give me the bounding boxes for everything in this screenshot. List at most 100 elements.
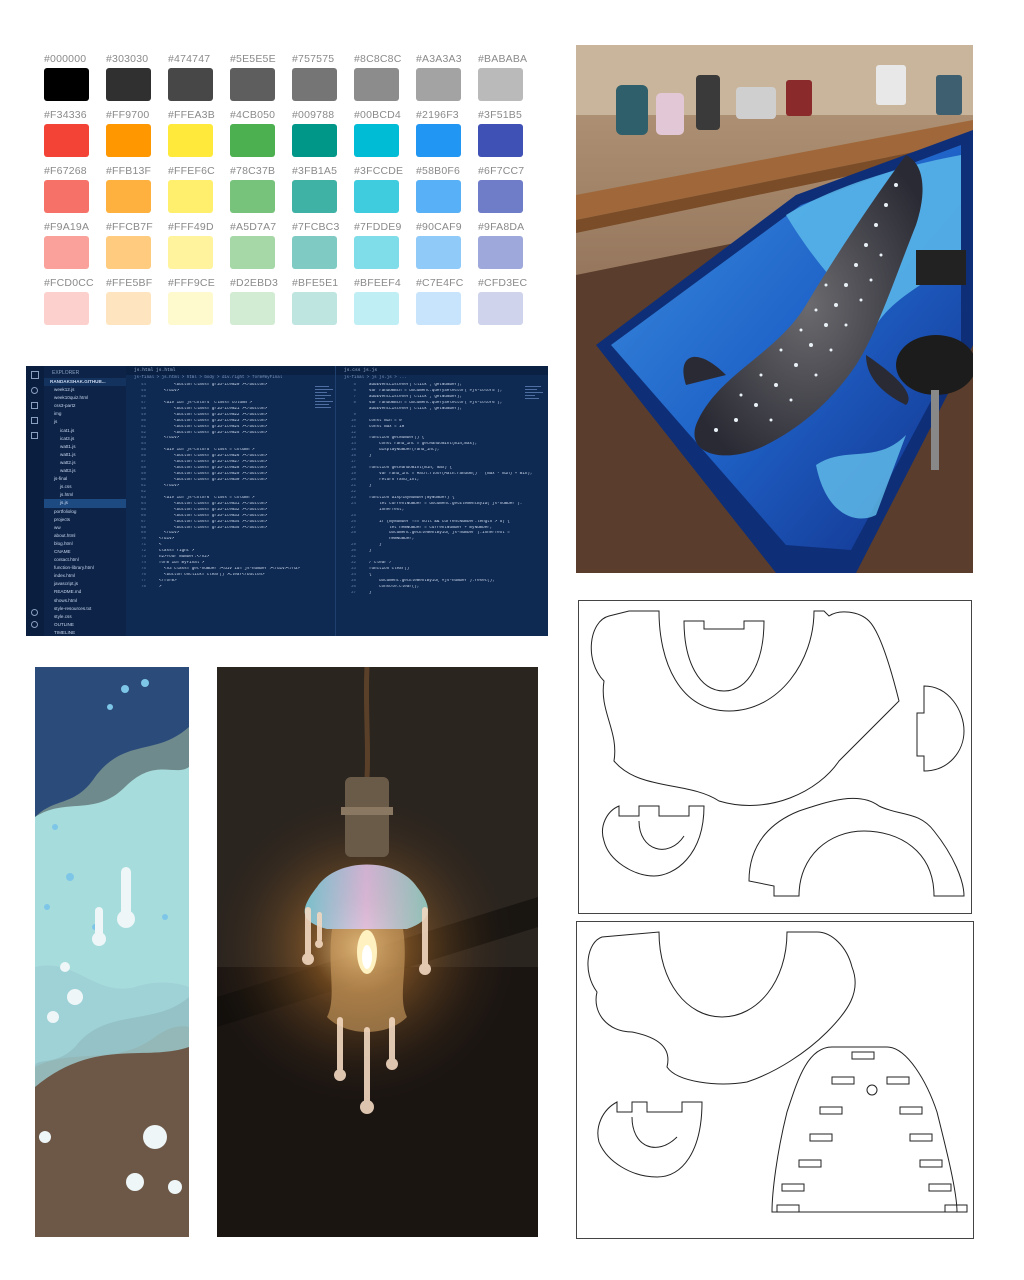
color-swatch: #4CB050 (230, 108, 278, 157)
line-number: 78 (140, 584, 146, 589)
laser-cut-pieces-1 (590, 610, 965, 897)
explorer-title: EXPLORER (52, 370, 80, 376)
minimap-js (525, 386, 543, 399)
code-text: <button class="grid-item34"></button> (154, 519, 268, 524)
color-swatch-label: #FFE5BF (106, 277, 153, 289)
code-text: <button class="grid-item30"></button> (154, 478, 268, 482)
color-swatch-label: #78C37B (230, 165, 276, 177)
color-swatch-chip (354, 68, 399, 101)
code-text: <button class="grid-item28"></button> (154, 466, 268, 471)
color-swatch-chip (106, 236, 151, 269)
explorer-file-item: watt3.js (60, 468, 76, 474)
color-swatch: #C7E4FC (416, 276, 464, 325)
explorer-file-item: js.html (60, 492, 74, 498)
line-number: 37 (350, 590, 356, 595)
explorer-file-item: watt1.js (60, 443, 76, 449)
explorer-file-item: function-library.html (54, 565, 94, 571)
explorer-file-item: js (54, 419, 58, 425)
color-swatch: #3F51B5 (478, 108, 526, 157)
color-swatch-chip (44, 180, 89, 213)
code-text: <button class="grid-item29"></button> (154, 472, 268, 477)
code-text: /*clear*/ (364, 561, 392, 566)
code-editor-screenshot: EXPLORER RANDAKSHAK.GITHUB... week12.js w… (26, 366, 548, 636)
code-text: console.clear(); (364, 584, 420, 589)
color-swatch-chip (230, 180, 275, 213)
color-swatch-chip (44, 124, 89, 157)
code-text: addEventListener('click', getNumber); (364, 406, 463, 411)
code-text: <button class="grid-item22"></button> (154, 412, 268, 417)
code-lines-js: 5 addEventListener('click', getNumber); 6… (336, 383, 548, 597)
color-swatch-label: #BABABA (478, 53, 528, 65)
color-swatch-chip (230, 68, 275, 101)
explorer-file-item: css3-part2 (54, 403, 76, 409)
color-swatch-chip (168, 180, 213, 213)
explorer-file-item: shows.html (54, 597, 77, 603)
color-swatch-chip (168, 124, 213, 157)
gear-icon (31, 621, 38, 628)
explorer-file-item: TIMELINE (54, 629, 76, 635)
code-lines-html: 44 <button class="grid-item20"></button>… (126, 383, 335, 591)
color-swatch-chip (478, 180, 523, 213)
color-swatch-label: #FFEA3B (168, 109, 215, 121)
code-text: function getNumber() { (364, 436, 425, 441)
color-swatch: #3FB1A5 (292, 164, 340, 213)
color-swatch: #3FCCDE (354, 164, 404, 213)
color-swatch-chip (478, 68, 523, 101)
color-swatch-label: #3FCCDE (354, 165, 404, 177)
code-text: < (154, 543, 162, 548)
color-swatch: #FFEA3B (168, 108, 216, 157)
color-swatch: #90CAF9 (416, 220, 464, 269)
explorer-file-item: CNAME (54, 548, 71, 554)
explorer-file-item: icat3.js (60, 435, 75, 441)
editor-pane-js: js.css js.js js-final > js js.js > ... 5… (336, 366, 548, 636)
color-swatch-chip (478, 124, 523, 157)
code-text: <button class="grid-item31"></button> (154, 501, 268, 506)
code-text: addEventListener('click', getNumber); (364, 383, 463, 387)
color-swatch-label: #FF9700 (106, 109, 150, 121)
resin-lamp-illustration (217, 667, 538, 1237)
color-swatch-label: #FFF49D (168, 221, 214, 233)
color-swatch-label: #A3A3A3 (416, 53, 462, 65)
color-swatch: #303030 (106, 52, 154, 101)
color-swatch-chip (292, 124, 337, 157)
explorer-file-item: week10quiz.html (54, 395, 89, 401)
color-swatch-label: #FFF9CE (168, 277, 215, 289)
color-swatch-chip (416, 124, 461, 157)
code-line: 37 } (336, 591, 548, 597)
color-swatch-chip (478, 292, 523, 325)
minimap-html (315, 386, 333, 408)
color-swatch-label: #C7E4FC (416, 277, 464, 289)
code-text: let newNumber = currentNumber + myNumber… (364, 525, 493, 530)
color-swatch-chip (168, 68, 213, 101)
color-swatch-label: #BFEEF4 (354, 277, 401, 289)
explorer-file-item: style.css (54, 613, 72, 619)
color-swatch-label: #00BCD4 (354, 109, 401, 121)
color-swatch-chip (292, 292, 337, 325)
color-swatch-label: #000000 (44, 53, 87, 65)
color-swatch-label: #7FDDE9 (354, 221, 402, 233)
debug-icon (31, 417, 38, 424)
code-text: <button class="grid-item33"></button> (154, 513, 268, 518)
color-swatch-chip (478, 236, 523, 269)
line-number: 8 (353, 400, 356, 405)
code-text: let currentNumber = document.getElementB… (364, 501, 523, 506)
explorer-file-item: img (54, 411, 62, 417)
explorer-file-item: portfoliolog (54, 508, 77, 514)
explorer-file-item: index.html (54, 573, 75, 579)
color-swatch: #FFF9CE (168, 276, 216, 325)
color-swatch: #A5D7A7 (230, 220, 278, 269)
code-text: } (364, 454, 372, 459)
color-swatch-label: #5E5E5E (230, 53, 276, 65)
color-swatch-label: #8C8C8C (354, 53, 402, 65)
code-text: { (364, 573, 372, 577)
explorer-file-item: javascript.js (54, 581, 78, 587)
code-text: newNumber; (364, 537, 415, 542)
source-control-icon (31, 402, 38, 409)
explorer-file-item: contact.html (54, 557, 79, 563)
color-swatch: #CFD3EC (478, 276, 527, 325)
color-swatch-label: #A5D7A7 (230, 221, 277, 233)
color-swatch-label: #90CAF9 (416, 221, 462, 233)
palette-row: #000000 #303030 #474747 #5E5E5E #757575 #8C8C… (44, 52, 544, 102)
color-swatch: #000000 (44, 52, 92, 101)
code-text: if (myNumber !== null && currentNumber.l… (364, 519, 510, 524)
